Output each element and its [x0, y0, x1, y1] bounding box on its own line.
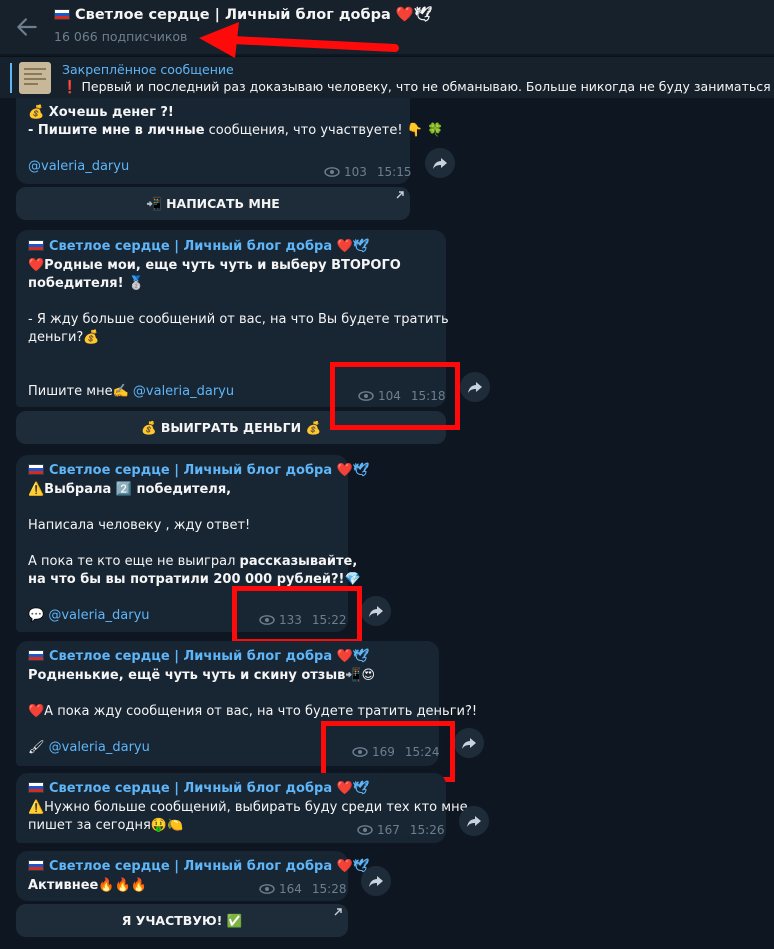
button-label: Я УЧАСТВУЮ! ✅	[121, 912, 243, 928]
message-text: 💰 Хочешь денег ?!	[28, 105, 174, 120]
share-forward-icon	[467, 816, 481, 827]
russia-flag-icon	[28, 860, 44, 871]
username-link[interactable]: @valeria_daryu	[28, 159, 129, 174]
message-text: 💬 @valeria_daryu	[28, 608, 150, 623]
back-arrow-icon[interactable]	[14, 14, 40, 40]
username-link[interactable]: @valeria_daryu	[49, 740, 150, 755]
subscriber-count: 16 066 подписчиков	[54, 29, 188, 44]
message-text: Активнее🔥🔥🔥	[28, 878, 147, 893]
message-text: деньги?💰	[28, 330, 100, 345]
message-text: ⚠️Нужно больше сообщений, выбирать буду …	[28, 800, 468, 815]
message-text: Написала человеку , жду ответ!	[28, 518, 251, 533]
eye-icon	[357, 825, 373, 835]
message-text: А пока те кто еще не выиграл рассказывай…	[28, 554, 358, 569]
external-link-icon	[396, 191, 404, 199]
share-button[interactable]	[460, 372, 490, 402]
message-text: ❤️Родные мои, еще чуть чуть и выберу ВТО…	[28, 258, 401, 273]
russia-flag-icon	[54, 9, 70, 20]
message-text: - Пишите мне в личные сообщения, что уча…	[28, 123, 444, 138]
message-meta: 164 15:28	[259, 882, 347, 896]
annotation-arrow	[199, 22, 399, 58]
view-count: 164	[279, 882, 302, 896]
share-button[interactable]	[454, 728, 484, 758]
eye-icon	[259, 884, 275, 894]
external-link-icon	[334, 908, 342, 916]
message-time: 15:28	[311, 882, 347, 896]
share-forward-icon	[369, 606, 383, 617]
share-forward-icon	[462, 738, 476, 749]
message-text: - Я жду больше сообщений от вас, на что …	[28, 312, 449, 327]
russia-flag-icon	[28, 650, 44, 661]
message-text: 🖌 @valeria_daryu	[28, 740, 150, 755]
share-button[interactable]	[459, 806, 489, 836]
highlight-box	[330, 362, 460, 430]
button-label: 📲 НАПИСАТЬ МНЕ	[146, 195, 280, 211]
message-text: пишет за сегодня🤑🍋	[28, 818, 184, 833]
button-write-me[interactable]: 📲 НАПИСАТЬ МНЕ	[16, 187, 410, 220]
share-forward-icon	[369, 876, 383, 887]
button-participate[interactable]: Я УЧАСТВУЮ! ✅	[16, 904, 348, 937]
pinned-indicator	[10, 63, 12, 93]
sender-name[interactable]: Светлое сердце | Личный блог добра ❤️🕊	[28, 649, 369, 664]
message-text: Пишите мне✍️ @valeria_daryu	[28, 384, 235, 399]
message-text: Родненькие, ещё чуть чуть и скину отзыв📲…	[28, 668, 376, 683]
eye-icon	[324, 167, 340, 177]
russia-flag-icon	[28, 240, 44, 251]
share-forward-icon	[433, 158, 447, 169]
russia-flag-icon	[28, 464, 44, 475]
view-count: 167	[377, 823, 400, 837]
sender-name[interactable]: Светлое сердце | Личный блог добра ❤️🕊	[28, 859, 369, 874]
highlight-box	[232, 586, 362, 644]
view-count: 103	[344, 165, 367, 179]
button-label: 💰 ВЫИГРАТЬ ДЕНЬГИ 💰	[140, 419, 322, 435]
pinned-thumbnail	[19, 62, 51, 94]
username-link[interactable]: @valeria_daryu	[133, 384, 234, 399]
pinned-text: ❗ Первый и последний раз доказываю челов…	[62, 79, 774, 94]
pinned-label: Закреплённое сообщение	[62, 62, 234, 77]
message-text: ❤️А пока жду сообщения от вас, на что бу…	[28, 704, 478, 719]
russia-flag-icon	[28, 782, 44, 793]
username-link[interactable]: @valeria_daryu	[48, 608, 149, 623]
share-button[interactable]	[361, 596, 391, 626]
sender-name[interactable]: Светлое сердце | Личный блог добра ❤️🕊	[28, 781, 369, 796]
share-button[interactable]	[425, 148, 455, 178]
message-text: ⚠️Выбрала 2️⃣ победителя,	[28, 482, 232, 497]
message-meta: 167 15:26	[357, 823, 445, 837]
message-time: 15:15	[376, 165, 412, 179]
message-time: 15:26	[409, 823, 445, 837]
message-meta: 103 15:15	[324, 165, 412, 179]
message-text: победителя! 🥈	[28, 276, 145, 291]
share-forward-icon	[468, 382, 482, 393]
share-button[interactable]	[361, 866, 391, 896]
sender-name[interactable]: Светлое сердце | Личный блог добра ❤️🕊	[28, 239, 369, 254]
sender-name[interactable]: Светлое сердце | Личный блог добра ❤️🕊	[28, 463, 369, 478]
